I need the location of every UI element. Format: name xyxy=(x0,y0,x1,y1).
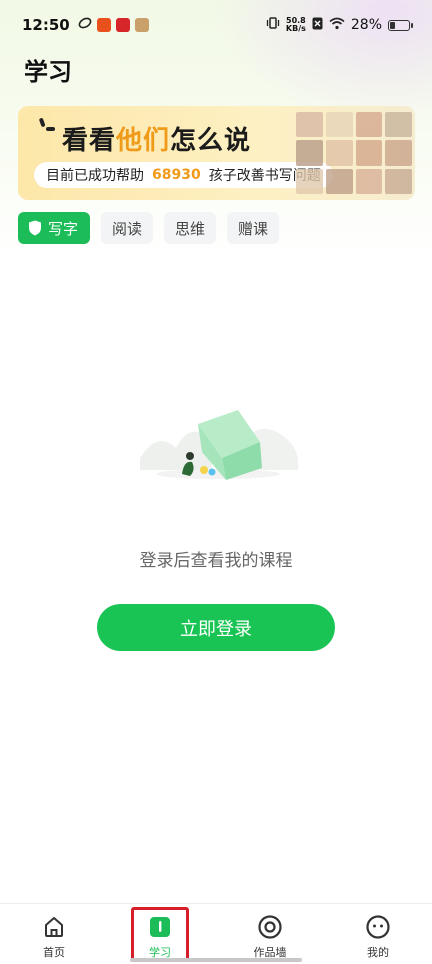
tab-reading[interactable]: 阅读 xyxy=(101,212,154,244)
student-photo xyxy=(355,140,383,166)
wifi-icon xyxy=(329,16,345,34)
status-time: 12:50 xyxy=(22,16,70,34)
nav-item-profile[interactable]: 我的 xyxy=(338,904,418,962)
tab-writing[interactable]: 写字 xyxy=(18,212,91,244)
login-button[interactable]: 立即登录 xyxy=(97,604,335,651)
sparkle-icon xyxy=(39,118,55,131)
student-photo-collage xyxy=(296,112,412,194)
student-photo xyxy=(296,168,323,194)
testimonial-banner[interactable]: 看看他们怎么说 目前已成功帮助 68930 孩子改善书写问题 xyxy=(18,106,415,200)
banner-headline: 看看他们怎么说 xyxy=(62,126,252,156)
status-bar: 12:50 50.8 KB/s 28% xyxy=(0,0,432,50)
status-indicators: 50.8 KB/s 28% xyxy=(266,16,413,34)
nav-item-gallery[interactable]: 作品墙 xyxy=(230,904,310,962)
student-photo xyxy=(385,112,412,138)
student-photo xyxy=(385,168,412,194)
gallery-ring-icon xyxy=(257,914,283,940)
banner-subtitle: 目前已成功帮助 68930 孩子改善书写问题 xyxy=(34,162,333,188)
app-notification-icon xyxy=(134,18,149,32)
network-speed: 50.8 KB/s xyxy=(285,16,306,33)
app-notification-icon xyxy=(96,18,111,32)
nav-item-home[interactable]: 首页 xyxy=(14,904,94,962)
tab-thinking[interactable]: 思维 xyxy=(164,212,217,244)
category-tabs: 写字 阅读 思维 赠课 xyxy=(18,212,280,244)
cloud-app-icon xyxy=(78,16,92,34)
home-icon xyxy=(42,914,66,940)
battery-percent: 28% xyxy=(350,17,382,33)
page-title: 学习 xyxy=(24,58,72,86)
face-profile-icon xyxy=(365,914,391,940)
tab-gift-course[interactable]: 赠课 xyxy=(227,212,280,244)
shield-icon xyxy=(29,220,41,236)
student-photo xyxy=(296,112,323,138)
no-sim-icon xyxy=(312,16,323,34)
student-photo xyxy=(355,168,383,194)
empty-state-message: 登录后查看我的课程 xyxy=(139,551,293,571)
app-notification-icon xyxy=(115,18,130,32)
vibrate-icon xyxy=(266,16,280,34)
student-photo xyxy=(325,168,353,194)
student-photo xyxy=(325,140,353,166)
bottom-navigation: 首页 学习 作品墙 我的 xyxy=(0,903,432,964)
student-photo xyxy=(385,140,412,166)
battery-icon xyxy=(388,19,413,31)
annotation-highlight-box xyxy=(131,907,189,962)
empty-state-illustration xyxy=(140,410,298,480)
student-photo xyxy=(355,112,383,138)
student-photo xyxy=(296,140,323,166)
student-photo xyxy=(325,112,353,138)
home-indicator[interactable] xyxy=(130,958,302,962)
